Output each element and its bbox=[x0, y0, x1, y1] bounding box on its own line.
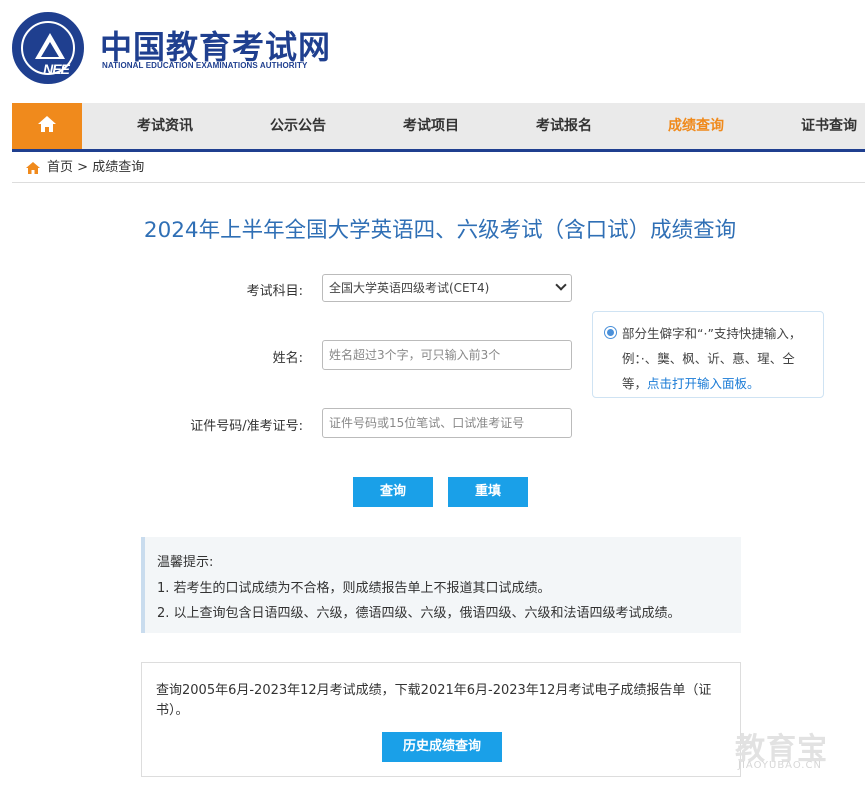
main-nav: 考试资讯 公示公告 考试项目 考试报名 成绩查询 证书查询 bbox=[12, 103, 865, 149]
page-title: 2024年上半年全国大学英语四、六级考试（含口试）成绩查询 bbox=[143, 218, 737, 243]
subject-select-value: 全国大学英语四级考试(CET4) bbox=[329, 281, 490, 295]
site-header: NEE 中国教育考试网 NATIONAL EDUCATION EXAMINATI… bbox=[0, 0, 865, 100]
logo-text: NEE bbox=[43, 61, 70, 77]
watermark-en: JIAOYUBAO.CN bbox=[738, 760, 822, 771]
nav-item-exams[interactable]: 考试项目 bbox=[376, 103, 486, 149]
breadcrumb-trail: 首页 > 成绩查询 bbox=[47, 158, 144, 178]
breadcrumb-separator: > bbox=[77, 160, 89, 175]
chevron-down-icon bbox=[555, 279, 567, 291]
id-number-input[interactable] bbox=[322, 408, 572, 438]
notice-line-1: 1. 若考生的口试成绩为不合格，则成绩报告单上不报道其口试成绩。 bbox=[157, 581, 551, 596]
nav-underline bbox=[12, 149, 865, 152]
nav-item-announcements[interactable]: 公示公告 bbox=[243, 103, 353, 149]
notice-box: 温馨提示: 1. 若考生的口试成绩为不合格，则成绩报告单上不报道其口试成绩。 2… bbox=[141, 537, 741, 633]
history-query-button[interactable]: 历史成绩查询 bbox=[382, 732, 502, 762]
breadcrumb-current[interactable]: 成绩查询 bbox=[92, 160, 144, 175]
name-label: 姓名: bbox=[272, 351, 303, 366]
subject-select[interactable]: 全国大学英语四级考试(CET4) bbox=[322, 274, 572, 302]
logo-ring: NEE bbox=[21, 21, 75, 77]
home-icon bbox=[38, 116, 56, 132]
divider bbox=[12, 182, 865, 183]
notice-line-2: 2. 以上查询包含日语四级、六级，德语四级、六级，俄语四级、六级和法语四级考试成… bbox=[157, 606, 681, 621]
reset-button[interactable]: 重填 bbox=[448, 477, 528, 507]
breadcrumb-home-link[interactable]: 首页 bbox=[47, 160, 73, 175]
notice-title: 温馨提示: bbox=[157, 555, 214, 570]
site-name-en: NATIONAL EDUCATION EXAMINATIONS AUTHORIT… bbox=[102, 61, 308, 70]
radio-icon bbox=[604, 326, 617, 339]
id-label: 证件号码/准考证号: bbox=[190, 419, 303, 434]
query-button[interactable]: 查询 bbox=[353, 477, 433, 507]
site-logo[interactable]: NEE bbox=[12, 12, 84, 84]
history-box: 查询2005年6月-2023年12月考试成绩，下载2021年6月-2023年12… bbox=[141, 662, 741, 777]
tip-text: 部分生僻字和“·”支持快捷输入，例：·、龑、枫、䜣、惪、瑆、仝等，点击打开输入面… bbox=[622, 321, 818, 396]
name-input[interactable] bbox=[322, 340, 572, 370]
nav-item-registration[interactable]: 考试报名 bbox=[509, 103, 619, 149]
nav-home-button[interactable] bbox=[12, 103, 82, 149]
nav-item-news[interactable]: 考试资讯 bbox=[110, 103, 220, 149]
open-input-panel-link[interactable]: 点击打开输入面板。 bbox=[647, 376, 760, 391]
subject-label: 考试科目: bbox=[246, 284, 303, 299]
logo-triangle-inner bbox=[41, 42, 59, 57]
input-tip-box: 部分生僻字和“·”支持快捷输入，例：·、龑、枫、䜣、惪、瑆、仝等，点击打开输入面… bbox=[592, 311, 824, 398]
nav-item-score-query[interactable]: 成绩查询 bbox=[641, 103, 751, 149]
history-text: 查询2005年6月-2023年12月考试成绩，下载2021年6月-2023年12… bbox=[156, 683, 712, 718]
home-icon bbox=[26, 162, 40, 174]
nav-item-certificate-query[interactable]: 证书查询 bbox=[774, 103, 865, 149]
